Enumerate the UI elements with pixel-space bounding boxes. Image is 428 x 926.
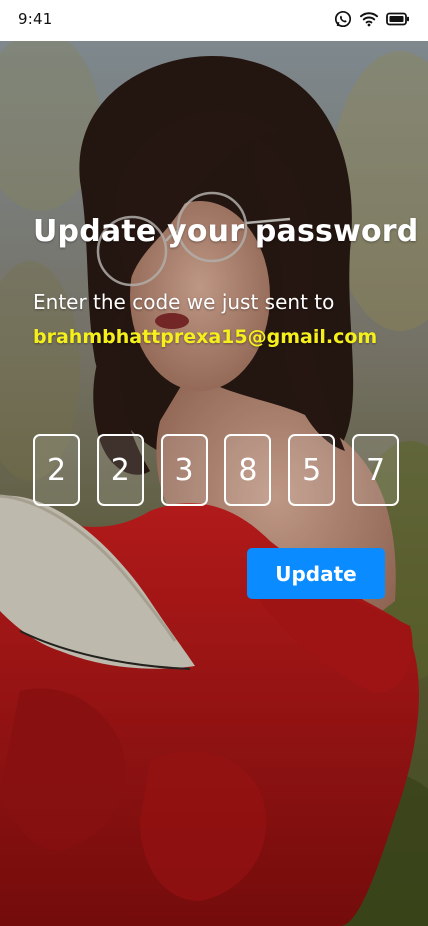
status-time: 9:41 — [18, 10, 53, 28]
page-title: Update your password — [33, 214, 419, 249]
update-button[interactable]: Update — [247, 548, 385, 599]
otp-digit-6[interactable]: 7 — [351, 434, 399, 506]
phone-screen: 9:41 Update your password Enter the code… — [0, 0, 428, 926]
wifi-icon — [360, 11, 378, 27]
otp-digit-5[interactable]: 5 — [288, 434, 336, 506]
status-bar: 9:41 — [0, 0, 428, 41]
otp-digit-4[interactable]: 8 — [224, 434, 272, 506]
otp-digit-2[interactable]: 2 — [96, 434, 144, 506]
otp-digit-3[interactable]: 3 — [160, 434, 208, 506]
status-icons — [334, 10, 410, 28]
instruction-text: Enter the code we just sent to — [33, 290, 335, 314]
whatsapp-icon — [334, 10, 352, 28]
otp-input-row: 2 2 3 8 5 7 — [33, 434, 399, 506]
otp-digit-1[interactable]: 2 — [33, 434, 80, 506]
battery-icon — [386, 12, 410, 26]
email-address: brahmbhattprexa15@gmail.com — [33, 326, 378, 348]
